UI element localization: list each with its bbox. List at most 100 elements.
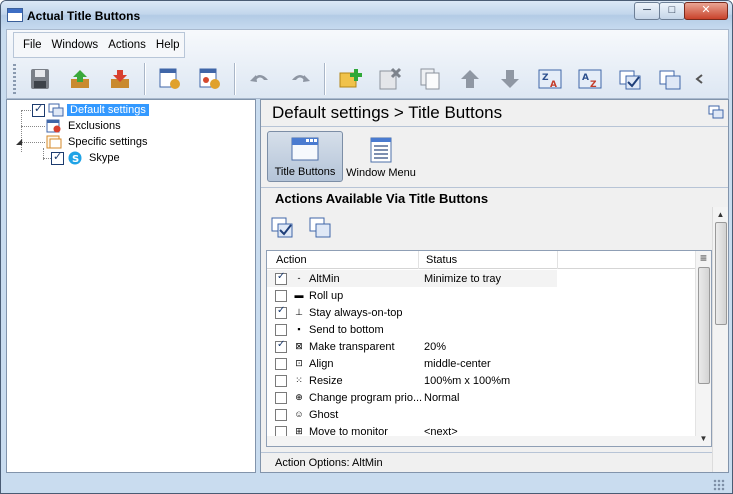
svg-text:Z: Z xyxy=(542,73,549,83)
panel-scrollbar[interactable]: ▲ xyxy=(712,207,728,472)
column-header-action[interactable]: Action xyxy=(276,254,307,266)
table-row[interactable]: ▪ Send to bottom xyxy=(267,321,697,338)
uncheck-all-button[interactable] xyxy=(652,62,688,96)
menu-file[interactable]: File xyxy=(18,39,47,51)
table-scrollbar[interactable]: ≡ ▼ xyxy=(695,251,711,446)
column-divider[interactable] xyxy=(557,251,558,269)
tab-title-buttons[interactable]: Title Buttons xyxy=(267,131,343,182)
default-settings-checkbox[interactable] xyxy=(32,102,45,117)
action-checkbox[interactable] xyxy=(275,392,287,404)
table-header: Action Status xyxy=(267,251,711,269)
breadcrumb: Default settings > Title Buttons xyxy=(272,103,503,122)
toolbar-overflow-button[interactable] xyxy=(692,62,706,96)
action-status[interactable]: 100%m x 100%m xyxy=(424,375,510,387)
app-window: Actual Title Buttons ─ □ ✕ File Windows … xyxy=(0,0,733,494)
action-checkbox[interactable] xyxy=(275,324,287,336)
action-checkbox[interactable] xyxy=(275,305,287,319)
tree-connector xyxy=(21,126,45,127)
move-up-button[interactable] xyxy=(452,62,488,96)
action-icon: ⊕ xyxy=(295,392,303,402)
action-icon: ⊠ xyxy=(295,341,303,351)
resize-grip[interactable] xyxy=(713,479,725,491)
toolbar-grip[interactable] xyxy=(13,64,16,94)
action-status[interactable]: middle-center xyxy=(424,358,491,370)
table-row[interactable]: ☺ Ghost xyxy=(267,406,697,423)
skype-checkbox[interactable] xyxy=(51,150,64,165)
uncheck-all-actions-button[interactable] xyxy=(308,215,334,239)
user-settings-button[interactable] xyxy=(192,62,228,96)
action-icon: ⊥ xyxy=(295,307,303,317)
move-down-icon xyxy=(501,70,519,88)
export-icon xyxy=(111,70,129,88)
sort-za-button[interactable]: ZA xyxy=(532,62,568,96)
uncheck-all-icon xyxy=(659,70,681,90)
title-bar[interactable]: Actual Title Buttons ─ □ ✕ xyxy=(1,1,732,30)
action-name: Send to bottom xyxy=(309,324,384,336)
check-all-button[interactable] xyxy=(612,62,648,96)
check-all-actions-button[interactable] xyxy=(270,215,296,239)
scroll-up-icon[interactable]: ▲ xyxy=(713,207,728,222)
window-settings-button[interactable] xyxy=(152,62,188,96)
delete-item-icon xyxy=(379,67,402,90)
table-row[interactable]: ⊡ Align middle-center xyxy=(267,355,697,372)
undo-button[interactable] xyxy=(242,62,278,96)
action-checkbox[interactable] xyxy=(275,375,287,387)
save-icon xyxy=(31,69,49,89)
maximize-button[interactable]: □ xyxy=(659,2,685,20)
minimize-button[interactable]: ─ xyxy=(634,2,660,20)
copy-item-button[interactable] xyxy=(412,62,448,96)
tree-item-default-settings[interactable]: Default settings xyxy=(32,102,149,118)
action-checkbox[interactable] xyxy=(275,271,287,285)
move-down-button[interactable] xyxy=(492,62,528,96)
tree-item-skype[interactable]: S Skype xyxy=(51,150,123,166)
menu-actions[interactable]: Actions xyxy=(103,39,151,51)
specific-settings-icon xyxy=(46,135,62,149)
tab-window-menu[interactable]: Window Menu xyxy=(345,131,417,182)
settings-tree: ◢ Default settings Exclusions Specific s… xyxy=(6,99,256,473)
action-status[interactable]: Minimize to tray xyxy=(424,273,501,285)
save-button[interactable] xyxy=(22,62,58,96)
windows-icon[interactable] xyxy=(708,105,724,119)
action-checkbox[interactable] xyxy=(275,339,287,353)
scroll-down-icon[interactable]: ▼ xyxy=(696,431,711,446)
tree-item-label: Exclusions xyxy=(68,120,121,132)
action-checkbox[interactable] xyxy=(275,409,287,421)
table-row[interactable]: ⁙ Resize 100%m x 100%m xyxy=(267,372,697,389)
redo-button[interactable] xyxy=(282,62,318,96)
column-divider[interactable] xyxy=(418,251,419,269)
scroll-thumb[interactable] xyxy=(715,222,727,325)
table-row[interactable]: -AltMin Minimize to tray xyxy=(267,270,697,287)
action-status[interactable]: 20% xyxy=(424,341,446,353)
scroll-menu-icon[interactable]: ≡ xyxy=(696,251,711,266)
delete-item-button[interactable] xyxy=(372,62,408,96)
scroll-thumb[interactable] xyxy=(698,267,710,384)
action-status[interactable]: Normal xyxy=(424,392,459,404)
export-button[interactable] xyxy=(102,62,138,96)
action-name: Change program prio... xyxy=(309,392,423,404)
table-row[interactable]: ⊕ Change program prio... Normal xyxy=(267,389,697,406)
action-name: Ghost xyxy=(309,409,339,421)
action-icon: ⊡ xyxy=(295,358,303,368)
tree-item-exclusions[interactable]: Exclusions xyxy=(46,118,124,134)
tree-expander-icon[interactable]: ◢ xyxy=(16,137,22,146)
table-hscrollbar[interactable] xyxy=(267,436,697,446)
import-button[interactable] xyxy=(62,62,98,96)
table-row[interactable]: ▬ Roll up xyxy=(267,287,697,304)
table-row[interactable]: ⊥ Stay always-on-top xyxy=(267,304,697,321)
close-button[interactable]: ✕ xyxy=(684,2,728,20)
sort-za-icon: ZA xyxy=(538,69,562,90)
action-checkbox[interactable] xyxy=(275,290,287,302)
action-checkbox[interactable] xyxy=(275,358,287,370)
add-item-button[interactable] xyxy=(332,62,368,96)
menu-windows[interactable]: Windows xyxy=(47,39,104,51)
sort-az-button[interactable]: AZ xyxy=(572,62,608,96)
column-header-status[interactable]: Status xyxy=(426,254,457,266)
divider xyxy=(261,187,728,188)
action-name: Resize xyxy=(309,375,343,387)
tree-item-specific-settings[interactable]: Specific settings xyxy=(46,134,150,150)
toolbar-separator xyxy=(324,63,326,95)
table-row[interactable]: ⊠ Make transparent 20% xyxy=(267,338,697,355)
menu-help[interactable]: Help xyxy=(151,39,185,51)
window-settings-icon xyxy=(159,68,180,89)
toolbar-separator xyxy=(234,63,236,95)
